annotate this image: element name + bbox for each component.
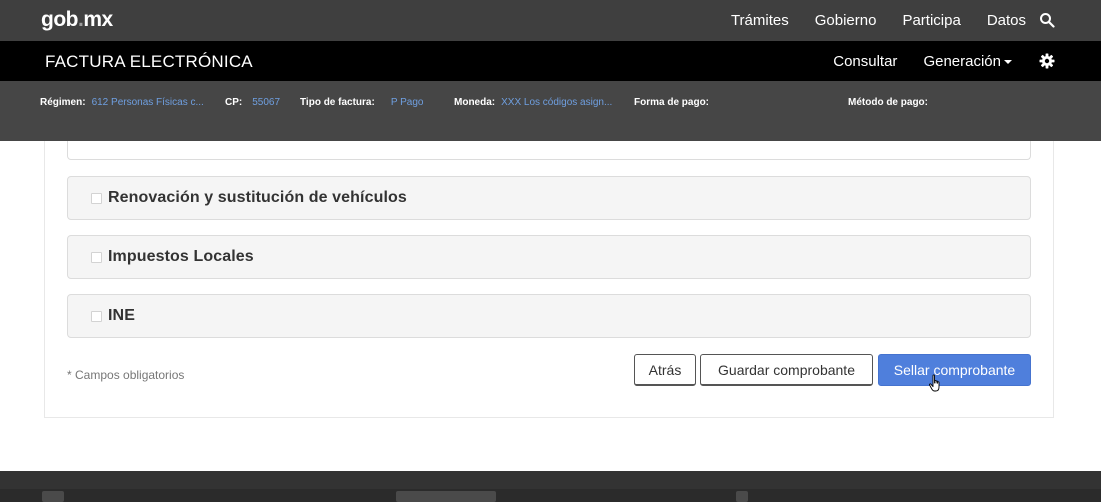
- nav-consultar[interactable]: Consultar: [833, 53, 897, 70]
- section-ine[interactable]: INE: [67, 294, 1031, 338]
- tipo-factura-value: P Pago: [390, 97, 424, 108]
- checkbox[interactable]: [91, 192, 102, 204]
- section-title: INE: [108, 307, 135, 324]
- gob-mx-logo[interactable]: gob.mx: [41, 8, 113, 32]
- search-icon[interactable]: [1039, 12, 1055, 28]
- checkbox[interactable]: [91, 251, 102, 263]
- cp-value: 55067: [252, 97, 281, 108]
- caret-down-icon: [1004, 59, 1012, 64]
- invoice-summary-bar: Régimen: 612 Personas Físicas c... CP: 550…: [0, 81, 1101, 141]
- app-bar: FACTURA ELECTRÓNICA Consultar Generación: [0, 41, 1101, 81]
- section-impuestos-locales[interactable]: Impuestos Locales: [67, 235, 1031, 279]
- section-title: Renovación y sustitución de vehículos: [108, 189, 407, 206]
- forma-pago-info: Forma de pago:: [634, 97, 710, 108]
- save-receipt-button[interactable]: Guardar comprobante: [700, 354, 873, 386]
- section-renovacion-vehiculos[interactable]: Renovación y sustitución de vehículos: [67, 176, 1031, 220]
- government-top-bar: gob.mx Trámites Gobierno Participa Datos: [0, 0, 1101, 41]
- gear-icon[interactable]: [1039, 53, 1055, 69]
- footer-heading-fragment: [396, 491, 496, 502]
- required-fields-note: * Campos obligatorios: [67, 368, 185, 382]
- metodo-pago-info: Método de pago:: [848, 97, 928, 108]
- checkbox[interactable]: [91, 310, 102, 322]
- app-nav: Consultar Generación: [833, 41, 1012, 81]
- nav-generacion-dropdown[interactable]: Generación: [923, 53, 1012, 70]
- moneda-info: Moneda: XXX Los códigos asign...: [454, 97, 613, 108]
- app-title[interactable]: FACTURA ELECTRÓNICA: [45, 52, 253, 72]
- regimen-info: Régimen: 612 Personas Físicas c...: [40, 97, 204, 108]
- cp-info: CP: 55067: [225, 97, 281, 108]
- top-nav: Trámites Gobierno Participa Datos: [731, 0, 1026, 41]
- nav-datos[interactable]: Datos: [987, 12, 1026, 29]
- hand-cursor-icon: [929, 374, 940, 392]
- nav-tramites[interactable]: Trámites: [731, 12, 789, 29]
- nav-participa[interactable]: Participa: [902, 12, 960, 29]
- seal-receipt-button[interactable]: Sellar comprobante: [878, 354, 1031, 386]
- back-button[interactable]: Atrás: [634, 354, 696, 386]
- previous-section-bottom: [67, 141, 1031, 160]
- footer-heading-fragment: [42, 491, 64, 502]
- regimen-value: 612 Personas Físicas c...: [91, 97, 204, 108]
- footer-content-strip: [0, 489, 1101, 502]
- footer-heading-fragment: [736, 491, 748, 502]
- tipo-factura-info: Tipo de factura: P Pago: [300, 97, 424, 108]
- section-title: Impuestos Locales: [108, 248, 254, 265]
- moneda-value: XXX Los códigos asign...: [501, 97, 613, 108]
- nav-gobierno[interactable]: Gobierno: [815, 12, 877, 29]
